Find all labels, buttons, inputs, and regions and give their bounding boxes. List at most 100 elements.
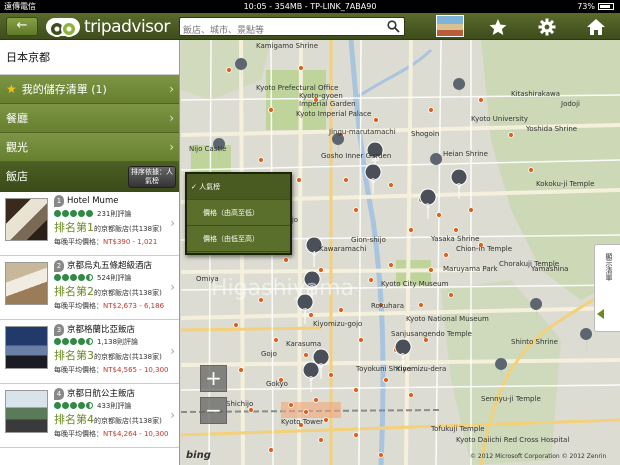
hotel-photo: [5, 198, 48, 241]
chevron-right-icon: ›: [170, 280, 175, 294]
search-icon[interactable]: [387, 20, 400, 33]
hotel-price: NT$4,264 - 10,300: [103, 430, 169, 438]
logo-text: tripadvisor: [84, 16, 170, 37]
tripadvisor-logo: tripadvisor: [46, 16, 170, 37]
map-label: Gojo: [261, 350, 277, 358]
review-count: 231則評論: [97, 210, 132, 218]
battery-percent: 73%: [577, 2, 595, 11]
hotel-name: 京都日航公主飯店: [67, 389, 136, 399]
map-label: Shinto Shrine: [511, 338, 558, 346]
zoom-in-button[interactable]: +: [200, 365, 227, 392]
map-label: Gosho Inner Garden: [321, 152, 392, 160]
map-label: Kawaramachi: [319, 245, 367, 253]
hotel-rank-suffix: 的京都飯店(共138家): [94, 289, 162, 297]
sort-dropdown: ✓ 人氣榜 價格（由高至低） 價格（由低至高）: [185, 172, 292, 255]
back-button[interactable]: ←: [6, 17, 38, 36]
hotel-list-item[interactable]: 1 Hotel Mume 231則評論 排名第1的京都飯店(共138家) 每晚平均…: [0, 192, 179, 256]
hotel-photo: [5, 390, 48, 433]
battery-indicator: 73%: [577, 0, 614, 13]
nav-sightseeing[interactable]: 觀光 ›: [0, 133, 179, 162]
search-box[interactable]: [179, 17, 405, 40]
map-label: Sanjusangendo Temple: [391, 330, 472, 338]
sort-option-popularity[interactable]: ✓ 人氣榜: [187, 174, 290, 200]
sort-option-price-desc[interactable]: 價格（由高至低）: [187, 200, 290, 226]
map-pin-label: 5: [401, 352, 405, 360]
map-label: Kitashirakawa: [511, 90, 560, 98]
map-label: Nijo Castle: [189, 145, 227, 153]
hotel-price: NT$4,565 - 10,300: [103, 366, 169, 374]
map-label: Heian Shrine: [443, 150, 488, 158]
star-icon: ★: [6, 82, 17, 96]
map-label: Kyoto National Museum: [406, 315, 489, 323]
search-input[interactable]: [183, 22, 383, 40]
map-label: Kyoto-gyoen: [299, 92, 343, 100]
zoom-out-button[interactable]: −: [200, 397, 227, 424]
hotel-photo: [5, 326, 48, 369]
map-pin-number: 3: [54, 324, 64, 336]
hotel-rank-suffix: 的京都飯店(共138家): [94, 225, 162, 233]
hotel-name: Hotel Mume: [67, 196, 119, 206]
map-label: Kiyomizu-dera: [396, 365, 447, 373]
map-pin-label: 1: [426, 202, 430, 210]
rating-bubbles-icon: [54, 402, 94, 411]
map-label: Jodoji: [561, 100, 580, 108]
hotel-rank: 排名第2: [54, 285, 94, 298]
map-label: Omiya: [196, 275, 219, 283]
price-label: 每晚平均價格：: [54, 366, 103, 374]
map-label: Yoshida Shrine: [526, 125, 578, 133]
hotel-photo: [5, 262, 48, 305]
map-label: Karasuma: [286, 340, 322, 348]
map-label: Kyoto Imperial Palace: [296, 110, 372, 118]
sort-option-price-asc[interactable]: 價格（由低至高）: [187, 226, 290, 252]
map-label: Kiyomizu-gojo: [313, 320, 363, 328]
review-count: 1,138則評論: [97, 338, 139, 346]
battery-icon: [598, 3, 614, 10]
hotels-section-title: 飯店: [6, 170, 28, 183]
price-label: 每晚平均價格：: [54, 430, 103, 438]
sort-button[interactable]: 排序依據：人氣榜: [128, 166, 176, 188]
show-list-label: 顯示清單: [605, 253, 613, 281]
hotel-price: NT$2,673 - 6,186: [103, 302, 165, 310]
nav-restaurants-label: 餐廳: [6, 112, 28, 125]
map-label: Kyoto Prefectural Office: [256, 84, 339, 92]
hotel-list-item[interactable]: 2 京都烏丸五條超級酒店 524則評論 排名第2的京都飯店(共138家) 每晚平均…: [0, 256, 179, 320]
map-label: Kyoto Tower: [281, 418, 324, 426]
review-count: 433則評論: [97, 402, 132, 410]
map-label: Kokoku-ji Temple: [536, 180, 595, 188]
status-bar: 遠傳電信 10:05 - 354MB - TP-LINK_7ABA90 73%: [0, 0, 620, 13]
hotel-list-item[interactable]: 4 京都日航公主飯店 433則評論 排名第4的京都飯店(共138家) 每晚平均價格…: [0, 384, 179, 448]
map-label: Yamashina: [531, 265, 569, 273]
hotel-rank: 排名第4: [54, 413, 94, 426]
area-watermark: Higashiyama: [211, 276, 354, 301]
rating-bubbles-icon: [54, 210, 94, 219]
show-list-tab[interactable]: 顯示清單: [594, 244, 620, 332]
photo-thumbnail[interactable]: [436, 15, 464, 37]
owl-logo-icon: [46, 17, 80, 37]
map-copyright: © 2012 Microsoft Corporation © 2012 Zenr…: [470, 453, 607, 460]
price-label: 每晚平均價格：: [54, 238, 103, 246]
map-pin-label: 9: [457, 182, 461, 190]
nav-saved-list[interactable]: ★ 我的儲存清單 (1) ›: [0, 75, 179, 104]
nav-restaurants[interactable]: 餐廳 ›: [0, 104, 179, 133]
chevron-right-icon: ›: [170, 216, 175, 230]
chevron-right-icon: ›: [169, 82, 174, 96]
hotels-section-header: 飯店 排序依據：人氣榜: [0, 162, 179, 192]
sidebar: 日本京都 ★ 我的儲存清單 (1) › 餐廳 › 觀光 › 飯店 排序依據：人氣榜 1H…: [0, 40, 180, 465]
map-label: Sennyu-ji Temple: [481, 395, 541, 403]
gear-icon[interactable]: [537, 17, 557, 37]
map-label: Maruyama Park: [443, 265, 498, 273]
home-icon[interactable]: [586, 17, 606, 37]
map-label: Chion-in Temple: [456, 245, 513, 253]
rating-bubbles-icon: [54, 338, 94, 347]
hotel-price: NT$390 - 1,021: [103, 238, 158, 246]
map-label: Yasaka Shrine: [431, 235, 480, 243]
hotel-rank: 排名第1: [54, 221, 94, 234]
map-label: Kyoto Daiichi Red Cross Hospital: [456, 436, 570, 444]
top-bar: ← tripadvisor: [0, 13, 620, 40]
map-label: Imperial Garden: [299, 100, 356, 108]
map-label: Kyoto City Museum: [381, 280, 449, 288]
hotel-list-item[interactable]: 3 京都格蘭比亞飯店 1,138則評論 排名第3的京都飯店(共138家) 每晚平均…: [0, 320, 179, 384]
arrow-left-icon: [597, 309, 604, 319]
price-label: 每晚平均價格：: [54, 302, 103, 310]
star-icon[interactable]: [488, 17, 508, 37]
